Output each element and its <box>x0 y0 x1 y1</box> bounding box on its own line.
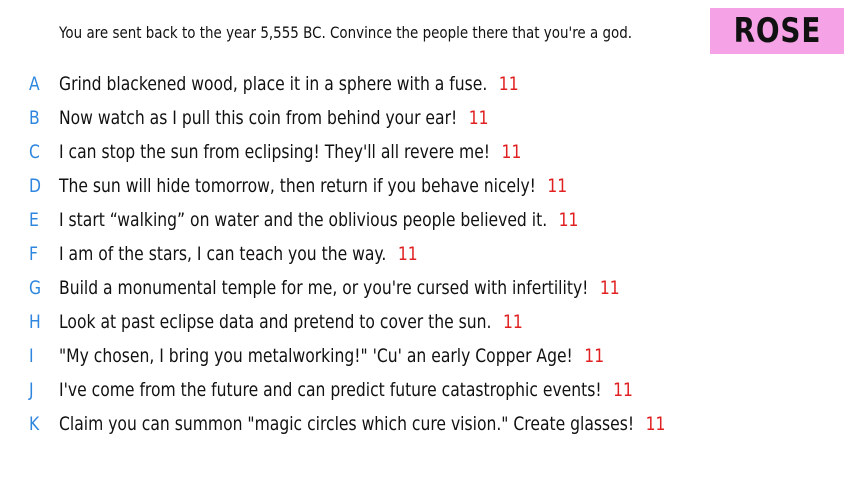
answer-letter: H <box>29 311 41 333</box>
answer-row[interactable]: C I can stop the sun from eclipsing! The… <box>0 138 853 166</box>
answer-points: 11 <box>645 413 666 435</box>
player-name: ROSE <box>733 11 821 51</box>
answer-points: 11 <box>584 345 605 367</box>
answer-letter: D <box>29 175 42 197</box>
answer-row[interactable]: D The sun will hide tomorrow, then retur… <box>0 172 853 200</box>
answer-row[interactable]: H Look at past eclipse data and pretend … <box>0 308 853 336</box>
answer-letter: I <box>29 345 34 367</box>
answer-text: I can stop the sun from eclipsing! They'… <box>59 141 491 163</box>
answer-text: Look at past eclipse data and pretend to… <box>59 311 492 333</box>
answer-points: 11 <box>468 107 489 129</box>
answer-row[interactable]: E I start “walking” on water and the obl… <box>0 206 853 234</box>
answer-points: 11 <box>501 141 522 163</box>
answer-letter: B <box>29 107 40 129</box>
question-prompt: You are sent back to the year 5,555 BC. … <box>59 23 633 42</box>
answer-row[interactable]: F I am of the stars, I can teach you the… <box>0 240 853 268</box>
answer-text: Build a monumental temple for me, or you… <box>59 277 589 299</box>
answer-text: Now watch as I pull this coin from behin… <box>59 107 458 129</box>
answer-letter: E <box>29 209 39 231</box>
answer-text: I am of the stars, I can teach you the w… <box>59 243 387 265</box>
answer-text: The sun will hide tomorrow, then return … <box>59 175 536 197</box>
answer-text: Grind blackened wood, place it in a sphe… <box>59 73 488 95</box>
answer-points: 11 <box>502 311 523 333</box>
answer-letter: K <box>29 413 40 435</box>
answer-row[interactable]: J I've come from the future and can pred… <box>0 376 853 404</box>
answer-letter: C <box>29 141 40 163</box>
answer-points: 11 <box>599 277 620 299</box>
answer-row[interactable]: K Claim you can summon "magic circles wh… <box>0 410 853 438</box>
answer-text: I've come from the future and can predic… <box>59 379 602 401</box>
answer-text: I start “walking” on water and the obliv… <box>59 209 548 231</box>
player-name-badge: ROSE <box>710 8 844 54</box>
answer-row[interactable]: I "My chosen, I bring you metalworking!"… <box>0 342 853 370</box>
answer-text: Claim you can summon "magic circles whic… <box>59 413 635 435</box>
answer-letter: A <box>29 73 40 95</box>
answer-letter: F <box>29 243 38 265</box>
answer-points: 11 <box>547 175 568 197</box>
answer-points: 11 <box>558 209 579 231</box>
answer-row[interactable]: G Build a monumental temple for me, or y… <box>0 274 853 302</box>
answer-points: 11 <box>498 73 519 95</box>
answer-points: 11 <box>397 243 418 265</box>
answer-text: "My chosen, I bring you metalworking!" '… <box>59 345 573 367</box>
answer-row[interactable]: A Grind blackened wood, place it in a sp… <box>0 70 853 98</box>
answer-letter: J <box>29 379 34 401</box>
answer-points: 11 <box>613 379 633 401</box>
answer-letter: G <box>29 277 42 299</box>
answer-row[interactable]: B Now watch as I pull this coin from beh… <box>0 104 853 132</box>
